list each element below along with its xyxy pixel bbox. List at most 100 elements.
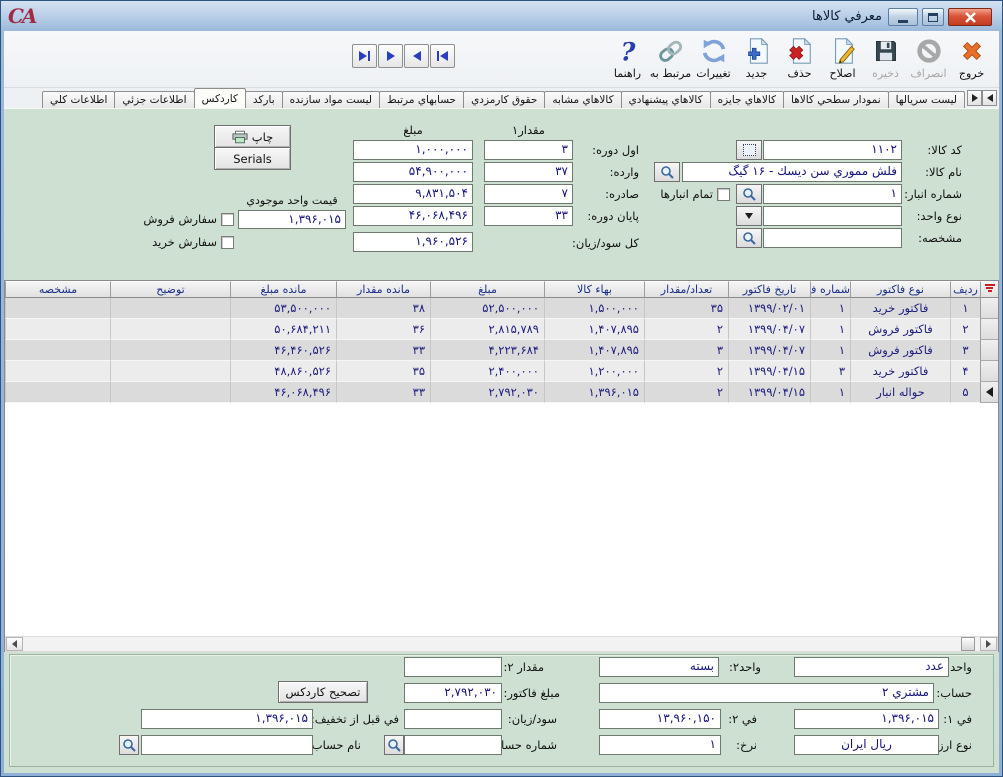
account-field[interactable]: مشتري ۲ <box>599 683 934 703</box>
header-unit-price[interactable]: بهاء كالا <box>544 281 644 298</box>
issued-amount-field[interactable]: ۹,۸۳۱,۵۰۴ <box>353 184 473 204</box>
header-amount[interactable]: مبلغ <box>430 281 544 298</box>
minimize-button[interactable] <box>888 8 918 26</box>
tab-scroll-right-button[interactable] <box>967 90 982 106</box>
tab-barcode[interactable]: باركد <box>245 91 283 108</box>
tab-materials-list[interactable]: ليست مواد سازنده <box>282 91 380 108</box>
current-row-selector[interactable] <box>980 382 998 403</box>
unit-type-dropdown-button[interactable] <box>736 206 762 226</box>
warehouse-search-button[interactable] <box>736 184 762 204</box>
header-balance-qty[interactable]: مانده مقدار <box>336 281 430 298</box>
unit-type-field[interactable] <box>763 206 902 226</box>
tab-kardex[interactable]: كاردكس <box>194 88 246 108</box>
account-name-search-button[interactable] <box>119 735 139 755</box>
received-qty-field[interactable]: ۳۷ <box>484 162 573 182</box>
attribute-search-button[interactable] <box>736 228 762 248</box>
header-note[interactable]: توضيح <box>110 281 230 298</box>
toolbar-delete-button[interactable]: حذف <box>778 32 821 87</box>
closing-amount-field[interactable]: ۴۶,۰۶۸,۴۹۶ <box>353 206 473 226</box>
toolbar-edit-button[interactable]: اصلاح <box>821 32 864 87</box>
grid-row[interactable]: ۲ فاكتور فروش ۱ ۱۳۹۹/۰۴/۰۷ ۲ ۱,۴۰۷,۸۹۵ ۲… <box>5 319 998 340</box>
serials-button[interactable]: Serials <box>214 147 291 170</box>
arrow-right-icon <box>986 640 991 648</box>
tab-detail-info[interactable]: اطلاعات جزئي <box>114 91 194 108</box>
toolbar-new-button[interactable]: جديد <box>735 32 778 87</box>
price-before-discount-field[interactable]: ۱,۳۹۶,۰۱۵ <box>141 709 313 729</box>
issued-qty-field[interactable]: ۷ <box>484 184 573 204</box>
fix-kardex-button[interactable]: تصحيح كاردكس <box>278 681 368 703</box>
tab-surface-chart[interactable]: نمودار سطحي كالاها <box>783 91 889 108</box>
close-button[interactable] <box>948 8 992 26</box>
item-name-field[interactable]: فلش مموري سن ديسك - ۱۶ گيگ <box>682 162 902 182</box>
item-name-search-button[interactable] <box>654 162 680 182</box>
tab-similar-goods[interactable]: كالاهاي مشابه <box>544 91 621 108</box>
row-selector[interactable] <box>980 298 998 319</box>
purchase-order-checkbox[interactable]: سفارش خريد <box>152 235 234 249</box>
header-doc-date[interactable]: تاريخ فاكتور <box>728 281 810 298</box>
nav-previous-record-button[interactable] <box>404 44 429 68</box>
price2-field[interactable]: ۱۳,۹۶۰,۱۵۰ <box>599 709 721 729</box>
header-doc-no[interactable]: شماره ف <box>810 281 850 298</box>
header-attribute[interactable]: مشخصه <box>5 281 110 298</box>
grid-corner-filter[interactable] <box>980 281 998 298</box>
account-name-field[interactable] <box>141 735 313 755</box>
tab-related-accounts[interactable]: حسابهاي مرتبط <box>379 91 464 108</box>
sales-order-checkbox[interactable]: سفارش فروش <box>143 212 234 226</box>
header-doc-type[interactable]: نوع فاكتور <box>850 281 950 298</box>
toolbar-exit-button[interactable]: خروج <box>950 32 993 87</box>
cell-balance-amount: ۴۸,۸۶۰,۵۲۶ <box>230 361 336 382</box>
opening-qty-field[interactable]: ۳ <box>484 140 573 160</box>
grid-row[interactable]: ۱ فاكتور خريد ۱ ۱۳۹۹/۰۲/۰۱ ۳۵ ۱,۵۰۰,۰۰۰ … <box>5 298 998 319</box>
tab-commission[interactable]: حقوق كارمزدي <box>463 91 545 108</box>
unit-price-field[interactable]: ۱,۳۹۶,۰۱۵ <box>238 210 346 229</box>
grid-row-current[interactable]: ۵ حواله انبار ۱ ۱۳۹۹/۰۴/۱۵ ۲ ۱,۳۹۶,۰۱۵ ۲… <box>5 382 998 403</box>
row-selector[interactable] <box>980 340 998 361</box>
warehouse-no-field[interactable]: ۱ <box>763 184 902 204</box>
price1-field[interactable]: ۱,۳۹۶,۰۱۵ <box>794 709 939 729</box>
unit1-field[interactable]: عدد <box>794 657 949 677</box>
tab-serials-list[interactable]: ليست سريالها <box>888 91 965 108</box>
item-code-picker-button[interactable] <box>736 140 762 160</box>
app-logo: CA <box>8 4 35 28</box>
toolbar-cancel-button[interactable]: انصراف <box>907 32 950 87</box>
grid-horizontal-scrollbar[interactable] <box>5 636 998 652</box>
header-balance-amount[interactable]: مانده مبلغ <box>230 281 336 298</box>
all-warehouses-checkbox[interactable]: تمام انبارها <box>660 187 730 201</box>
attribute-field[interactable] <box>763 228 902 248</box>
nav-next-record-button[interactable] <box>378 44 403 68</box>
tab-general-info[interactable]: اطلاعات كلي <box>42 91 115 108</box>
scrollbar-left-arrow[interactable] <box>6 637 23 651</box>
scrollbar-right-arrow[interactable] <box>980 637 997 651</box>
rate-field[interactable]: ۱ <box>599 735 721 755</box>
row-selector[interactable] <box>980 319 998 340</box>
account-no-search-button[interactable] <box>384 735 404 755</box>
toolbar-changes-button[interactable]: تغييرات <box>692 32 735 87</box>
nav-first-record-button[interactable] <box>430 44 455 68</box>
maximize-button[interactable] <box>922 8 944 26</box>
scrollbar-thumb[interactable] <box>961 637 975 651</box>
profit-loss-field[interactable] <box>404 709 502 729</box>
total-pl-field[interactable]: ۱,۹۶۰,۵۲۶ <box>353 232 473 252</box>
opening-amount-field[interactable]: ۱,۰۰۰,۰۰۰ <box>353 140 473 160</box>
unit2-field[interactable]: بسته <box>599 657 719 677</box>
account-no-field[interactable] <box>404 735 502 755</box>
tab-scroll-left-button[interactable] <box>982 90 997 106</box>
received-amount-field[interactable]: ۵۴,۹۰۰,۰۰۰ <box>353 162 473 182</box>
nav-last-record-button[interactable] <box>352 44 377 68</box>
header-row-no[interactable]: رديف <box>950 281 980 298</box>
header-qty[interactable]: تعداد/مقدار <box>644 281 728 298</box>
row-selector[interactable] <box>980 361 998 382</box>
grid-row[interactable]: ۴ فاكتور خريد ۳ ۱۳۹۹/۰۴/۱۵ ۲ ۱,۲۰۰,۰۰۰ ۲… <box>5 361 998 382</box>
toolbar-help-button[interactable]: ? راهنما <box>606 32 649 87</box>
tab-suggested-goods[interactable]: كالاهاي پيشنهادي <box>621 91 711 108</box>
qty2-field[interactable] <box>404 657 502 677</box>
invoice-amount-field[interactable]: ۲,۷۹۲,۰۳۰ <box>404 683 502 703</box>
closing-qty-field[interactable]: ۳۳ <box>484 206 573 226</box>
print-button[interactable]: چاپ <box>214 125 291 148</box>
toolbar-save-button[interactable]: ذخيره <box>864 32 907 87</box>
item-code-field[interactable]: ۱۱۰۲ <box>763 140 902 160</box>
currency-field[interactable]: ريال ايران <box>794 735 939 755</box>
toolbar-related-button[interactable]: مرتبط به <box>649 32 692 87</box>
tab-bonus-goods[interactable]: كالاهاي جايزه <box>710 91 784 108</box>
grid-row[interactable]: ۳ فاكتور فروش ۱ ۱۳۹۹/۰۴/۰۷ ۳ ۱,۴۰۷,۸۹۵ ۴… <box>5 340 998 361</box>
